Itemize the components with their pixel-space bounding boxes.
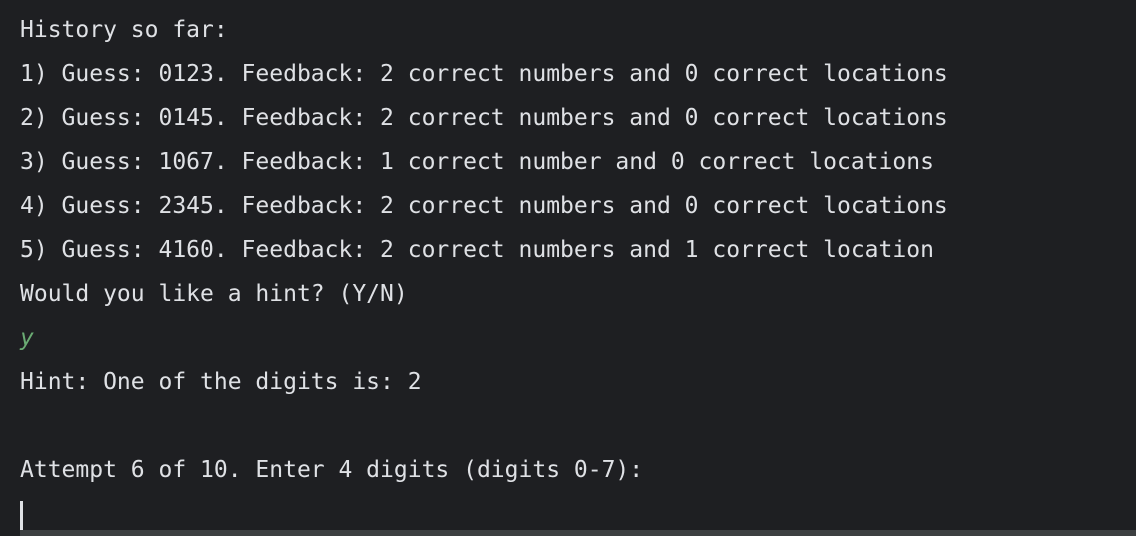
history-entry-3: 3) Guess: 1067. Feedback: 1 correct numb… (20, 149, 934, 175)
horizontal-scrollbar[interactable] (20, 530, 1136, 536)
user-input-echo: y (20, 325, 34, 351)
history-entry-4: 4) Guess: 2345. Feedback: 2 correct numb… (20, 193, 948, 219)
history-header: History so far: (20, 17, 228, 43)
attempt-prompt: Attempt 6 of 10. Enter 4 digits (digits … (20, 457, 644, 483)
hint-prompt: Would you like a hint? (Y/N) (20, 281, 408, 307)
hint-result: Hint: One of the digits is: 2 (20, 369, 422, 395)
history-entry-1: 1) Guess: 0123. Feedback: 2 correct numb… (20, 61, 948, 87)
history-entry-2: 2) Guess: 0145. Feedback: 2 correct numb… (20, 105, 948, 131)
history-entry-5: 5) Guess: 4160. Feedback: 2 correct numb… (20, 237, 934, 263)
console-output[interactable]: History so far: 1) Guess: 0123. Feedback… (0, 0, 1136, 536)
